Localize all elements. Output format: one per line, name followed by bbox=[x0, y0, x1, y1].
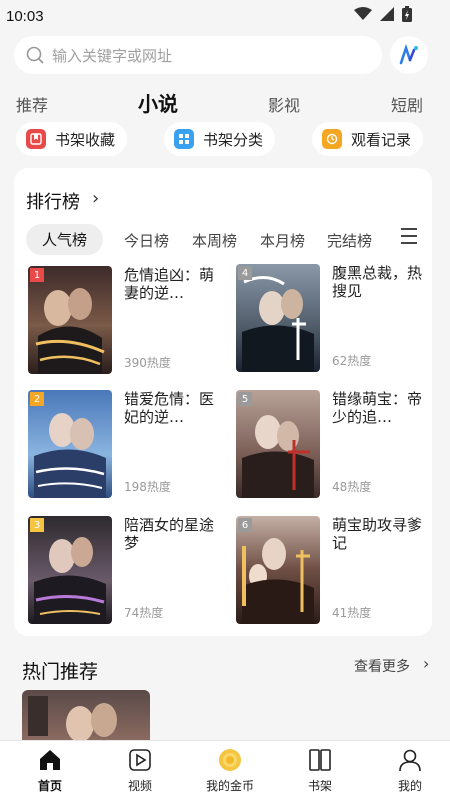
nav-gold-coins[interactable]: 我的金币 bbox=[190, 741, 270, 800]
tab-novel[interactable]: 小说 bbox=[138, 88, 178, 117]
book-item[interactable]: 5 错缘萌宝：帝少的追… 48热度 bbox=[236, 390, 426, 506]
rank-badge: 5 bbox=[238, 392, 252, 406]
book-heat: 74热度 bbox=[124, 606, 164, 620]
cover-art bbox=[22, 690, 150, 740]
book-item[interactable]: 6 萌宝助攻寻爹记 41热度 bbox=[236, 516, 426, 632]
status-time: 10:03 bbox=[6, 8, 44, 25]
tab-short-drama[interactable]: 短剧 bbox=[391, 92, 423, 116]
cover-art bbox=[236, 390, 320, 498]
book-item[interactable]: 4 腹黑总裁，热搜见 62热度 bbox=[236, 264, 426, 380]
book-cover: 3 bbox=[28, 516, 112, 624]
search-icon bbox=[26, 46, 44, 64]
ai-logo-button[interactable] bbox=[390, 36, 428, 74]
rank-badge: 1 bbox=[30, 268, 44, 282]
book-title: 错爱危情：医妃的逆… bbox=[124, 390, 215, 426]
chevron-right-icon[interactable]: › bbox=[423, 654, 429, 673]
ranking-title[interactable]: 排行榜 bbox=[26, 188, 80, 214]
history-clock-icon bbox=[322, 129, 342, 149]
status-bar: 10:03 bbox=[0, 0, 450, 32]
cover-art bbox=[236, 516, 320, 624]
hot-book-cover[interactable] bbox=[22, 690, 150, 740]
rank-badge: 6 bbox=[238, 518, 252, 532]
wifi-icon bbox=[354, 7, 372, 20]
tab-movies[interactable]: 影视 bbox=[268, 92, 300, 116]
video-play-icon bbox=[129, 749, 151, 771]
nav-bookshelf[interactable]: 书架 bbox=[280, 741, 360, 800]
battery-icon bbox=[402, 6, 412, 22]
tab-recommend[interactable]: 推荐 bbox=[16, 92, 48, 116]
book-title: 陪酒女的星途梦 bbox=[124, 516, 215, 552]
nav-profile[interactable]: 我的 bbox=[370, 741, 450, 800]
book-cover: 4 bbox=[236, 264, 320, 372]
book-heat: 41热度 bbox=[332, 606, 372, 620]
rank-tab-week[interactable]: 本周榜 bbox=[192, 230, 237, 251]
book-cover: 2 bbox=[28, 390, 112, 498]
chevron-right-icon[interactable]: › bbox=[92, 188, 99, 209]
bottom-nav: 首页 视频 我的金币 书架 我的 bbox=[0, 740, 450, 800]
category-grid-icon bbox=[174, 129, 194, 149]
rank-tab-today[interactable]: 今日榜 bbox=[124, 230, 169, 251]
bookshelf-favorite-icon bbox=[26, 129, 46, 149]
rank-badge: 3 bbox=[30, 518, 44, 532]
rank-tab-month[interactable]: 本月榜 bbox=[260, 230, 305, 251]
book-heat: 48热度 bbox=[332, 480, 372, 494]
book-title: 腹黑总裁，热搜见 bbox=[332, 264, 423, 300]
home-icon bbox=[40, 750, 60, 770]
ai-logo-icon bbox=[399, 44, 418, 65]
search-placeholder: 输入关键字或网址 bbox=[52, 46, 173, 65]
book-cover: 6 bbox=[236, 516, 320, 624]
cover-art bbox=[28, 516, 112, 624]
search-input[interactable]: 输入关键字或网址 bbox=[14, 36, 382, 74]
see-more-link[interactable]: 查看更多 bbox=[354, 656, 410, 676]
nav-home[interactable]: 首页 bbox=[10, 741, 90, 800]
category-tabs: 推荐 小说 影视 短剧 bbox=[0, 86, 450, 116]
nav-label: 书架 bbox=[307, 779, 332, 793]
shortcut-label: 观看记录 bbox=[351, 130, 412, 149]
cover-art bbox=[236, 264, 320, 372]
rank-badge: 4 bbox=[238, 266, 252, 280]
shortcut-watch-history[interactable]: 观看记录 bbox=[312, 122, 424, 156]
book-heat: 390热度 bbox=[124, 356, 171, 370]
signal-icon bbox=[380, 7, 394, 21]
shortcut-bookshelf-favorites[interactable]: 书架收藏 bbox=[16, 122, 128, 156]
shortcut-label: 书架收藏 bbox=[55, 130, 116, 149]
book-item[interactable]: 3 陪酒女的星途梦 74热度 bbox=[28, 516, 218, 632]
cover-art bbox=[28, 266, 112, 374]
book-heat: 62热度 bbox=[332, 354, 372, 368]
hot-section-title: 热门推荐 bbox=[22, 661, 99, 683]
status-icons bbox=[354, 6, 412, 22]
nav-label: 我的金币 bbox=[205, 779, 254, 793]
rank-badge: 2 bbox=[30, 392, 44, 406]
ranking-card: 排行榜 › 人气榜 今日榜 本周榜 本月榜 完结榜 1 危情追凶：萌妻的逆… 3… bbox=[14, 168, 432, 636]
book-title: 错缘萌宝：帝少的追… bbox=[332, 390, 423, 426]
book-cover: 5 bbox=[236, 390, 320, 498]
cover-art bbox=[28, 390, 112, 498]
nav-label: 首页 bbox=[37, 779, 62, 793]
book-title: 萌宝助攻寻爹记 bbox=[332, 516, 423, 552]
book-heat: 198热度 bbox=[124, 480, 171, 494]
book-item[interactable]: 2 错爱危情：医妃的逆… 198热度 bbox=[28, 390, 218, 506]
profile-icon bbox=[399, 749, 421, 772]
nav-label: 视频 bbox=[127, 779, 152, 793]
book-cover: 1 bbox=[28, 266, 112, 374]
rank-tab-finished[interactable]: 完结榜 bbox=[327, 230, 372, 251]
rank-tab-popular[interactable]: 人气榜 bbox=[26, 224, 104, 255]
book-item[interactable]: 1 危情追凶：萌妻的逆… 390热度 bbox=[28, 266, 218, 382]
nav-video[interactable]: 视频 bbox=[100, 741, 180, 800]
bookshelf-icon bbox=[309, 749, 331, 771]
nav-label: 我的 bbox=[397, 779, 422, 793]
shortcut-bookshelf-categories[interactable]: 书架分类 bbox=[164, 122, 276, 156]
book-title: 危情追凶：萌妻的逆… bbox=[124, 266, 215, 302]
shortcut-label: 书架分类 bbox=[203, 130, 264, 149]
menu-icon[interactable] bbox=[401, 228, 417, 249]
gold-coin-icon bbox=[219, 749, 241, 771]
